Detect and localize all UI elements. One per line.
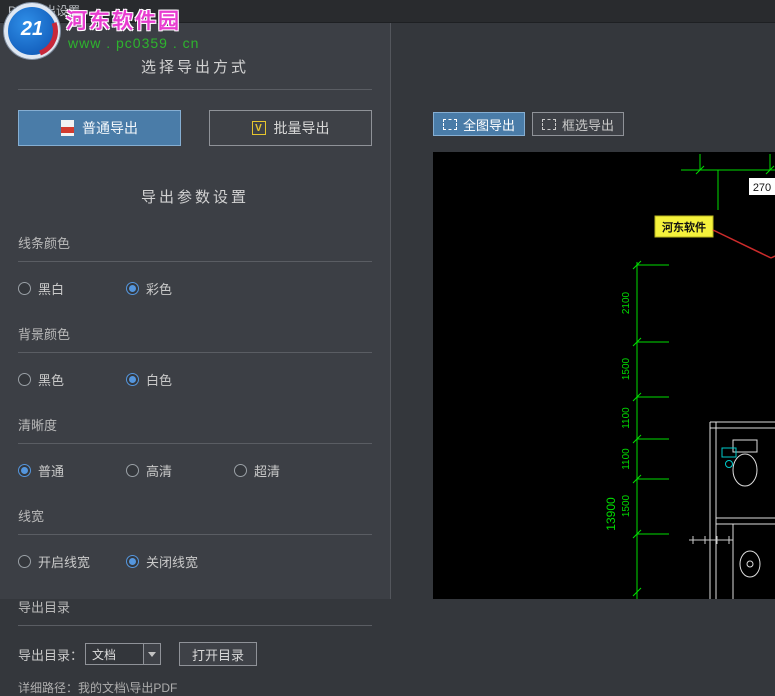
radio-circle [18,282,31,295]
floor-plan-fragment [709,421,775,599]
divider [18,89,372,90]
highlight-label: 河东软件 [654,215,775,259]
radio-label: 白色 [146,373,173,388]
export-dir-group: 导出目录 导出目录： 文档 打开目录 详细路径：我的文档\导出PDF [18,597,372,696]
dim-1500b: 1500 [621,494,632,517]
line-color-label: 线条颜色 [18,236,71,251]
bg-color-label: 背景颜色 [18,327,71,342]
tab-label: 框选导出 [562,117,615,133]
export-dir-value: 文档 [92,647,117,662]
tab-label: 全图导出 [463,117,516,133]
divider [18,443,372,444]
radio-clarity-uhd[interactable]: 超清 [234,461,342,480]
dim-1500a: 1500 [621,357,632,380]
clarity-label: 清晰度 [18,418,58,433]
open-directory-button[interactable]: 打开目录 [179,642,258,666]
radio-circle-selected [126,373,139,386]
divider [18,352,372,353]
highlight-label-text: 河东软件 [662,220,706,234]
settings-panel: 选择导出方式 普通导出 V 批量导出 导出参数设置 线条颜色 黑白 彩色 背景颜… [0,22,391,695]
dim-2100: 2100 [621,291,632,314]
dropdown-arrow-button[interactable] [143,644,161,664]
vertical-dimension-labels: 2100 1500 1100 1100 1500 13900 [604,291,632,530]
params-title: 导出参数设置 [140,189,249,206]
dim-1100b: 1100 [621,448,632,470]
site-logo-icon: 21 [0,0,67,66]
vertical-dimension-chain [632,260,669,599]
line-width-group: 线宽 开启线宽 关闭线宽 [18,506,372,571]
divider [18,534,372,535]
radio-label: 黑色 [38,373,65,388]
box-select-frame-icon [542,118,557,130]
batch-v-icon: V [251,121,266,135]
sink-fixture [739,550,761,578]
red-leader-line [712,229,772,259]
logo-number: 21 [20,18,44,40]
radio-bg-white[interactable]: 白色 [126,370,234,389]
radio-clarity-normal[interactable]: 普通 [18,461,126,480]
export-mode-buttons: 普通导出 V 批量导出 [18,110,372,146]
dim-270-text: 270 [753,182,771,194]
radio-circle-selected [126,282,139,295]
line-color-group: 线条颜色 黑白 彩色 [18,233,372,298]
radio-circle-selected [18,464,31,477]
cad-preview-svg: 270 河东软件 2100 1500 1100 1100 1500 13900 [604,154,775,599]
pdf-file-icon [61,120,74,136]
export-dir-dropdown[interactable]: 文档 [85,643,162,665]
dim-270-box: 270 [749,178,775,195]
radio-line-width-off[interactable]: 关闭线宽 [126,552,234,571]
radio-label: 彩色 [146,282,173,297]
divider [18,261,372,262]
divider [18,625,372,626]
tab-box-select-export[interactable]: 框选导出 [532,112,625,136]
radio-label: 开启线宽 [38,555,91,570]
dim-1100a: 1100 [621,407,632,429]
radio-circle [126,464,139,477]
tab-full-image-export[interactable]: 全图导出 [433,112,526,136]
radio-line-width-on[interactable]: 开启线宽 [18,552,126,571]
preview-tabs: 全图导出 框选导出 [433,112,625,136]
radio-label: 黑白 [38,282,65,297]
export-dir-title: 导出目录 [18,600,71,615]
radio-circle [18,373,31,386]
batch-export-button[interactable]: V 批量导出 [209,110,372,146]
radio-circle [234,464,247,477]
radio-line-color-bw[interactable]: 黑白 [18,279,126,298]
batch-export-label: 批量导出 [273,120,330,136]
chevron-down-icon [148,651,157,657]
radio-circle-selected [126,555,139,568]
site-watermark: 21 河东软件园 www . pc0359 . cn [0,0,217,66]
full-image-frame-icon [443,118,457,130]
normal-export-label: 普通导出 [82,120,138,136]
radio-label: 高清 [146,464,173,479]
line-width-label: 线宽 [18,509,45,524]
radio-label: 超清 [254,464,281,479]
site-url: www . pc0359 . cn [68,35,200,51]
clarity-group: 清晰度 普通 高清 超清 [18,415,372,480]
small-dimension-marks [689,536,733,544]
dim-total-13900: 13900 [604,497,618,531]
radio-clarity-hd[interactable]: 高清 [126,461,234,480]
radio-label: 普通 [38,464,65,479]
radio-label: 关闭线宽 [146,555,199,570]
cad-preview-area[interactable]: 270 河东软件 2100 1500 1100 1100 1500 13900 [433,152,775,599]
radio-line-color-color[interactable]: 彩色 [126,279,234,298]
normal-export-button[interactable]: 普通导出 [18,110,181,146]
export-dir-label: 导出目录： [18,647,84,663]
radio-circle [18,555,31,568]
toilet-fixture [732,453,758,487]
detail-path: 详细路径：我的文档\导出PDF [18,681,178,695]
radio-bg-black[interactable]: 黑色 [18,370,126,389]
site-name: 河东软件园 [66,10,181,33]
bg-color-group: 背景颜色 黑色 白色 [18,324,372,389]
